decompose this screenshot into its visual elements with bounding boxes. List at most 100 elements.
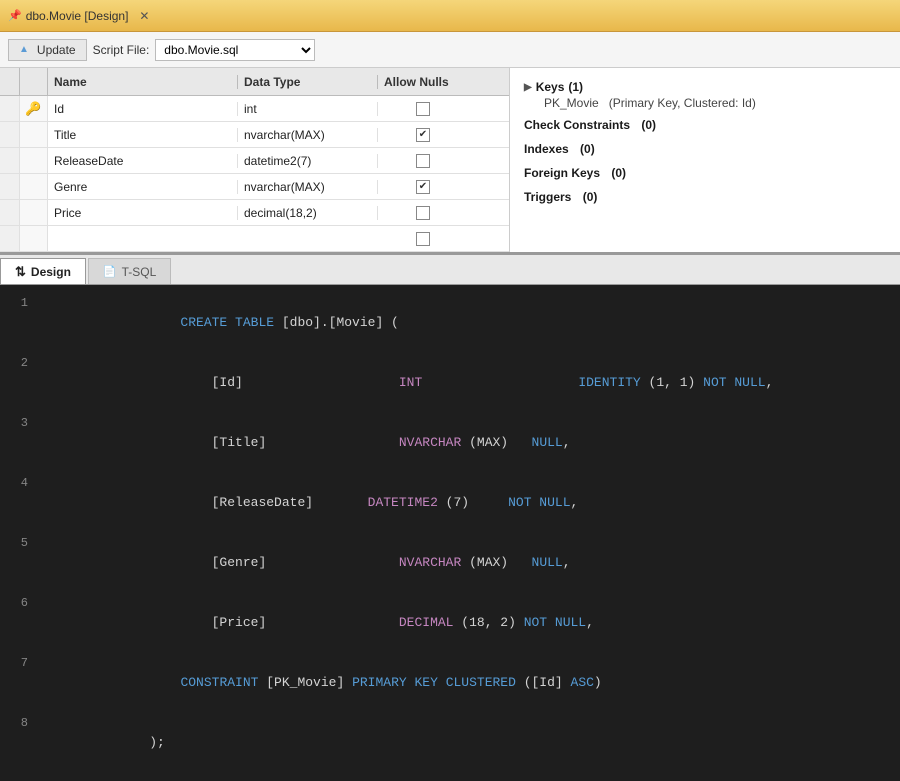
null-checkbox[interactable] (416, 102, 430, 116)
sql-editor: 1 CREATE TABLE [dbo].[Movie] ( 2 [Id] IN… (0, 285, 900, 781)
line-code: [ReleaseDate] DATETIME2 (7) NOT NULL, (40, 473, 900, 533)
row-null (378, 232, 468, 246)
design-tab-icon: ⇅ (15, 264, 26, 280)
header-type: Data Type (238, 75, 378, 89)
title-close-button[interactable]: ✕ (136, 8, 152, 24)
row-pk-icon (20, 226, 48, 251)
indexes-section: Indexes (0) (524, 140, 886, 158)
line-number: 6 (0, 593, 40, 653)
header-marker (0, 68, 20, 95)
toolbar: Update Script File: dbo.Movie.sql (0, 32, 900, 68)
row-null (378, 128, 468, 142)
keys-item: PK_Movie (Primary Key, Clustered: Id) (524, 96, 886, 110)
sql-line: 3 [Title] NVARCHAR (MAX) NULL, (0, 413, 900, 473)
row-marker (0, 148, 20, 173)
row-name: Id (48, 102, 238, 116)
null-checkbox[interactable] (416, 180, 430, 194)
row-null (378, 154, 468, 168)
keys-label: Keys (536, 80, 565, 94)
indexes-label: Indexes (524, 142, 569, 156)
sql-line: 5 [Genre] NVARCHAR (MAX) NULL, (0, 533, 900, 593)
triggers-section: Triggers (0) (524, 188, 886, 206)
row-null (378, 206, 468, 220)
table-row[interactable] (0, 226, 509, 252)
row-null (378, 180, 468, 194)
indexes-header[interactable]: Indexes (0) (524, 140, 886, 158)
line-number: 1 (0, 293, 40, 353)
check-constraints-label: Check Constraints (524, 118, 630, 132)
table-row[interactable]: Title nvarchar(MAX) (0, 122, 509, 148)
line-code: [Genre] NVARCHAR (MAX) NULL, (40, 533, 900, 593)
tab-design[interactable]: ⇅ Design (0, 258, 86, 284)
table-row[interactable]: Genre nvarchar(MAX) (0, 174, 509, 200)
sql-line: 6 [Price] DECIMAL (18, 2) NOT NULL, (0, 593, 900, 653)
row-name: Genre (48, 180, 238, 194)
null-checkbox[interactable] (416, 206, 430, 220)
null-checkbox[interactable] (416, 128, 430, 142)
line-number: 2 (0, 353, 40, 413)
line-number: 5 (0, 533, 40, 593)
row-pk-icon (20, 200, 48, 225)
main-area: Name Data Type Allow Nulls 🔑 Id int (0, 68, 900, 594)
sql-line: 2 [Id] INT IDENTITY (1, 1) NOT NULL, (0, 353, 900, 413)
null-checkbox[interactable] (416, 232, 430, 246)
tabs-bar: ⇅ Design 📄 T-SQL (0, 255, 900, 285)
line-code: CREATE TABLE [dbo].[Movie] ( (40, 293, 900, 353)
grid-header: Name Data Type Allow Nulls (0, 68, 509, 96)
header-pk (20, 68, 48, 95)
row-name: ReleaseDate (48, 154, 238, 168)
line-code: ); (40, 713, 900, 773)
row-type: int (238, 102, 378, 116)
row-name: Title (48, 128, 238, 142)
triangle-icon: ▶ (524, 82, 532, 93)
row-pk-icon (20, 122, 48, 147)
triggers-header[interactable]: Triggers (0) (524, 188, 886, 206)
row-null (378, 102, 468, 116)
bottom-section: ⇅ Design 📄 T-SQL 1 CREATE TABLE [dbo].[M… (0, 255, 900, 781)
keys-header[interactable]: ▶ Keys (1) (524, 78, 886, 96)
pk-movie-value: PK_Movie (Primary Key, Clustered: Id) (544, 96, 756, 110)
keys-section: ▶ Keys (1) PK_Movie (Primary Key, Cluste… (524, 78, 886, 110)
update-label: Update (37, 43, 76, 57)
table-row[interactable]: 🔑 Id int (0, 96, 509, 122)
row-marker (0, 200, 20, 225)
title-bar: 📌 dbo.Movie [Design] ✕ (0, 0, 900, 32)
script-file-select[interactable]: dbo.Movie.sql (155, 39, 315, 61)
triggers-count: (0) (583, 190, 598, 204)
row-name: Price (48, 206, 238, 220)
script-file-label: Script File: (93, 43, 150, 57)
table-row[interactable]: Price decimal(18,2) (0, 200, 509, 226)
foreign-keys-count: (0) (611, 166, 626, 180)
indexes-count: (0) (580, 142, 595, 156)
sql-line: 1 CREATE TABLE [dbo].[Movie] ( (0, 293, 900, 353)
line-number: 8 (0, 713, 40, 773)
title-bar-text: dbo.Movie [Design] (26, 9, 129, 23)
tsql-tab-icon: 📄 (103, 265, 117, 278)
check-constraints-section: Check Constraints (0) (524, 116, 886, 134)
check-constraints-count: (0) (641, 118, 656, 132)
sql-line: 7 CONSTRAINT [PK_Movie] PRIMARY KEY CLUS… (0, 653, 900, 713)
sql-line: 4 [ReleaseDate] DATETIME2 (7) NOT NULL, (0, 473, 900, 533)
update-button[interactable]: Update (8, 39, 87, 61)
row-marker (0, 226, 20, 251)
properties-panel: ▶ Keys (1) PK_Movie (Primary Key, Cluste… (510, 68, 900, 252)
row-marker (0, 174, 20, 199)
line-number: 7 (0, 653, 40, 713)
header-name: Name (48, 75, 238, 89)
null-checkbox[interactable] (416, 154, 430, 168)
tab-tsql[interactable]: 📄 T-SQL (88, 258, 171, 284)
row-pk-icon (20, 148, 48, 173)
check-constraints-header[interactable]: Check Constraints (0) (524, 116, 886, 134)
row-pk-icon (20, 174, 48, 199)
triggers-label: Triggers (524, 190, 571, 204)
row-pk-icon: 🔑 (20, 96, 48, 121)
table-row[interactable]: ReleaseDate datetime2(7) (0, 148, 509, 174)
row-type: datetime2(7) (238, 154, 378, 168)
header-null: Allow Nulls (378, 75, 468, 89)
row-type: nvarchar(MAX) (238, 180, 378, 194)
foreign-keys-section: Foreign Keys (0) (524, 164, 886, 182)
tsql-tab-label: T-SQL (122, 265, 157, 279)
title-pin-icon: 📌 (8, 9, 22, 22)
foreign-keys-header[interactable]: Foreign Keys (0) (524, 164, 886, 182)
row-type: nvarchar(MAX) (238, 128, 378, 142)
